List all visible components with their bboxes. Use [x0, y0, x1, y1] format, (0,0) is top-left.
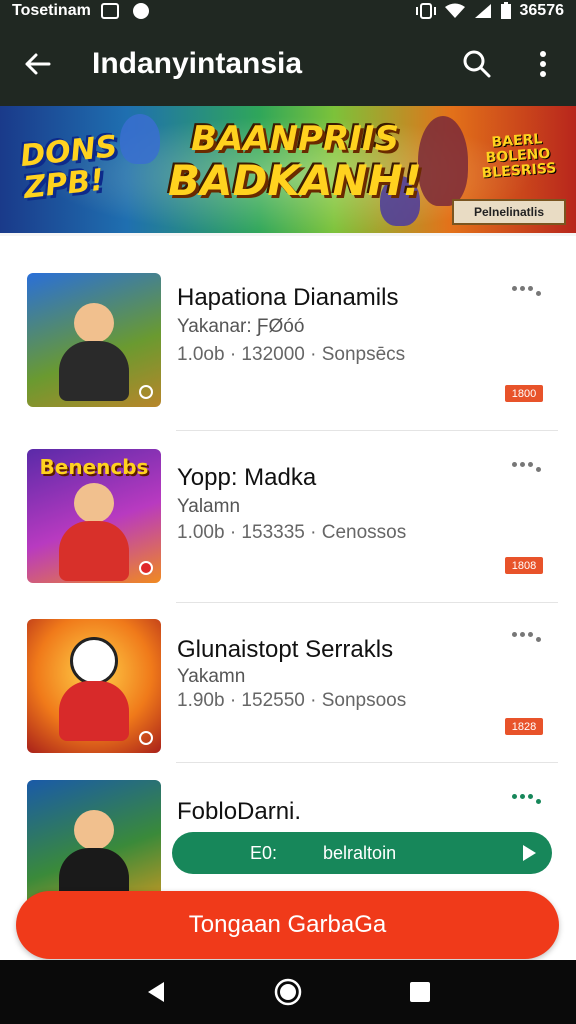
app-bar-actions: [444, 22, 576, 106]
list-item[interactable]: Benencbs Yopp: Madka Yalamn 1.00b · 1533…: [0, 442, 576, 612]
wifi-icon: [444, 3, 465, 18]
install-progress-bar[interactable]: E0: belraltoin: [172, 832, 552, 874]
app-bar: Indanyintansia: [0, 22, 576, 106]
game-title: Yopp: Madka: [177, 464, 317, 491]
character-figure: [74, 483, 114, 523]
character-figure: [59, 341, 129, 401]
status-app-name: Tosetinam: [12, 2, 91, 19]
banner-title-line2: BADKANH!: [168, 156, 422, 205]
status-time: 36576: [519, 2, 565, 19]
list-item[interactable]: Hapationa Dianamils Yakanar: ƑØóó 1.0ob …: [0, 266, 576, 436]
banner-left-logo: DONS ZPB!: [19, 129, 122, 206]
arrow-back-icon: [25, 53, 51, 75]
thumb-title: Benencbs: [39, 455, 149, 479]
banner-left-line2: ZPB!: [22, 162, 106, 206]
game-title: Glunaistopt Serrakls: [177, 636, 394, 663]
signal-icon: [474, 4, 491, 18]
thumb-badge-icon: [139, 731, 153, 745]
more-options-button[interactable]: [512, 786, 552, 806]
notification-icon: [100, 3, 119, 19]
status-right: 36576: [415, 2, 565, 20]
thumb-badge-icon: [139, 561, 153, 575]
progress-status: belraltoin: [323, 842, 397, 863]
character-figure: [70, 637, 118, 685]
banner-badge: Pelnelinatlis: [452, 199, 566, 225]
game-title: FobloDarni.: [177, 798, 302, 825]
nav-recents-icon: [410, 982, 430, 1002]
character-figure: [74, 303, 114, 343]
nav-home-button[interactable]: [268, 972, 308, 1012]
rating-badge: 1800: [505, 385, 543, 402]
banner-title-line1: BAANPRIIS: [191, 119, 399, 159]
more-vert-icon: [540, 51, 546, 77]
divider: [176, 430, 558, 431]
game-developer: Yakanar: ƑØóó: [177, 316, 305, 337]
list-item[interactable]: Glunaistopt Serrakls Yakamn 1.90b · 1525…: [0, 612, 576, 782]
game-thumbnail: Benencbs: [27, 449, 161, 583]
game-thumbnail: [27, 619, 161, 753]
game-meta: 1.90b · 152550 · Sonpsoos: [177, 690, 407, 711]
game-meta: 1.00b · 153335 · Cenossos: [177, 522, 407, 543]
rating-badge: 1828: [505, 718, 543, 735]
status-dot-icon: [132, 3, 149, 19]
nav-home-icon: [274, 978, 302, 1006]
play-icon: [523, 845, 536, 861]
game-title: Hapationa Dianamils: [177, 284, 399, 311]
more-options-button[interactable]: [512, 454, 552, 474]
thumb-badge-icon: [139, 385, 153, 399]
banner-title: BAANPRIIS BADKANH!: [150, 120, 440, 204]
primary-action-button[interactable]: Tongaan GarbaGa: [16, 891, 559, 959]
game-thumbnail: [27, 273, 161, 407]
progress-label: E0:: [250, 842, 278, 863]
more-options-button[interactable]: [512, 624, 552, 644]
game-developer: Yakamn: [177, 666, 246, 687]
character-figure: [59, 521, 129, 581]
game-developer: Yalamn: [177, 496, 241, 517]
search-button[interactable]: [444, 22, 510, 106]
battery-icon: [500, 2, 511, 19]
banner-right-logo: BAERL BOLENO BLESRISS: [481, 131, 557, 182]
page-title: Indanyintansia: [92, 47, 303, 80]
back-button[interactable]: [0, 22, 74, 106]
rating-badge: 1808: [505, 557, 543, 574]
nav-back-button[interactable]: [136, 972, 176, 1012]
game-meta: 1.0ob · 132000 · Sonpsēcs: [177, 344, 406, 365]
nav-back-icon: [148, 982, 164, 1002]
status-bar: Tosetinam 36576: [0, 0, 576, 22]
search-icon: [463, 50, 491, 78]
vibrate-icon: [415, 3, 436, 19]
more-options-button[interactable]: [512, 278, 552, 298]
divider: [176, 762, 558, 763]
system-nav-bar: [0, 960, 576, 1024]
nav-recents-button[interactable]: [400, 972, 440, 1012]
character-figure: [59, 681, 129, 741]
promo-banner[interactable]: DONS ZPB! BAANPRIIS BADKANH! BAERL BOLEN…: [0, 106, 576, 233]
overflow-menu-button[interactable]: [510, 22, 576, 106]
character-figure: [74, 810, 114, 850]
divider: [176, 602, 558, 603]
